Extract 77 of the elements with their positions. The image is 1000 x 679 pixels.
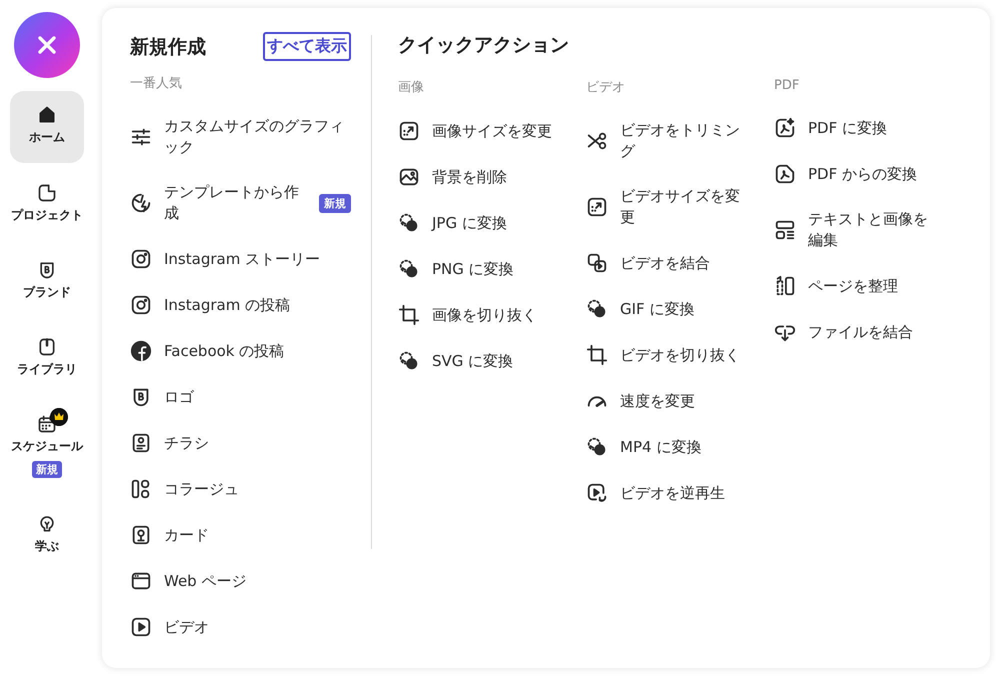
section-subtitle: 一番人気 xyxy=(130,75,183,92)
document-icon xyxy=(37,183,57,203)
image-icon xyxy=(398,166,420,188)
sidebar-item[interactable]: ブランド xyxy=(10,244,84,317)
action-item[interactable]: PDF からの変換 xyxy=(774,151,962,197)
crop-icon xyxy=(398,304,420,326)
play-icon xyxy=(130,616,152,638)
pdf-icon xyxy=(774,163,796,185)
menu-item[interactable]: Instagram ストーリー xyxy=(130,236,352,282)
section-title: クイックアクション xyxy=(398,33,570,58)
menu-item[interactable]: Web ページ xyxy=(130,558,352,604)
instagram-icon xyxy=(130,248,152,270)
instagram-icon xyxy=(130,294,152,316)
action-item[interactable]: JPG に変換 xyxy=(398,200,586,246)
calendar-icon xyxy=(37,414,57,434)
menu-item[interactable]: チラシ xyxy=(130,420,352,466)
action-item[interactable]: ページを整理 xyxy=(774,263,962,309)
sidebar-item[interactable]: プロジェクト xyxy=(10,167,84,240)
layout-icon xyxy=(774,219,796,241)
sidebar-item[interactable]: スケジュール 新規 xyxy=(10,398,84,494)
sidebar-item[interactable]: 学ぶ xyxy=(10,498,84,571)
convert-icon xyxy=(398,350,420,372)
action-item[interactable]: PDF に変換 xyxy=(774,105,962,151)
new-badge: 新規 xyxy=(319,194,352,212)
library-icon xyxy=(37,337,57,357)
menu-item[interactable]: カスタムサイズのグラフィック xyxy=(130,104,352,170)
section-title: 新規作成 xyxy=(130,34,206,60)
action-item[interactable]: テキストと画像を編集 xyxy=(774,197,962,263)
menu-item[interactable]: コラージュ xyxy=(130,466,352,512)
merge-icon xyxy=(586,252,608,274)
browser-window-icon xyxy=(130,570,152,592)
sidebar-item[interactable]: ライブラリ xyxy=(10,321,84,394)
action-item[interactable]: GIF に変換 xyxy=(586,286,774,332)
menu-item[interactable]: テンプレートから作成 新規 xyxy=(130,170,352,236)
action-item[interactable]: ビデオサイズを変更 xyxy=(586,174,774,240)
template-icon xyxy=(130,192,152,214)
action-item[interactable]: ビデオを切り抜く xyxy=(586,332,774,378)
action-item[interactable]: SVG に変換 xyxy=(398,338,586,384)
action-item[interactable]: ファイルを結合 xyxy=(774,309,962,355)
column-heading: PDF xyxy=(774,78,800,93)
facebook-icon xyxy=(130,340,152,362)
action-item[interactable]: ビデオを結合 xyxy=(586,240,774,286)
close-icon xyxy=(36,34,58,56)
crop-icon xyxy=(586,344,608,366)
action-item[interactable]: ビデオを逆再生 xyxy=(586,470,774,516)
action-item[interactable]: ビデオをトリミング xyxy=(586,108,774,174)
menu-item[interactable]: ロゴ xyxy=(130,374,352,420)
menu-item[interactable]: Facebook の投稿 xyxy=(130,328,352,374)
action-item[interactable]: 画像サイズを変更 xyxy=(398,108,586,154)
convert-icon xyxy=(398,212,420,234)
see-all-link[interactable]: すべて表示 xyxy=(263,32,352,61)
action-item[interactable]: MP4 に変換 xyxy=(586,424,774,470)
reverse-play-icon xyxy=(586,482,608,504)
action-item[interactable]: 背景を削除 xyxy=(398,154,586,200)
sidebar-item[interactable]: ホーム xyxy=(10,91,84,163)
home-icon xyxy=(37,105,57,125)
scissors-icon xyxy=(586,130,608,152)
convert-icon xyxy=(398,258,420,280)
column-heading: ビデオ xyxy=(586,79,626,96)
convert-icon xyxy=(586,436,608,458)
resize-icon xyxy=(398,120,420,142)
flyer-icon xyxy=(130,432,152,454)
pdf-icon xyxy=(774,117,796,139)
pages-icon xyxy=(774,275,796,297)
card-icon xyxy=(130,524,152,546)
menu-item[interactable]: カード xyxy=(130,512,352,558)
menu-item[interactable]: Instagram の投稿 xyxy=(130,282,352,328)
new-badge: 新規 xyxy=(32,461,62,478)
action-item[interactable]: PNG に変換 xyxy=(398,246,586,292)
collage-icon xyxy=(130,478,152,500)
convert-icon xyxy=(586,298,608,320)
column-heading: 画像 xyxy=(398,79,425,96)
menu-item[interactable]: ビデオ xyxy=(130,604,352,650)
sliders-icon xyxy=(130,126,152,148)
action-item[interactable]: 速度を変更 xyxy=(586,378,774,424)
resize-icon xyxy=(586,196,608,218)
action-item[interactable]: 画像を切り抜く xyxy=(398,292,586,338)
